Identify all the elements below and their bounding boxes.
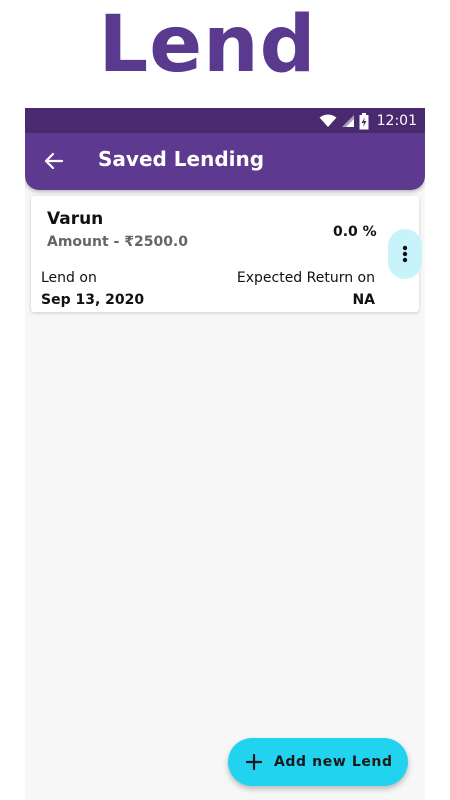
wifi-icon [319,114,337,127]
page-title: Saved Lending [98,147,265,171]
back-button[interactable] [41,148,67,174]
lend-on-label: Lend on [41,270,97,286]
plus-icon [246,754,262,770]
expected-return-label: Expected Return on [236,270,375,286]
add-new-lend-button[interactable]: Add new Lend [228,738,408,786]
app-bar: Saved Lending [25,133,425,190]
lend-amount: Amount - ₹2500.0 [47,234,188,250]
more-options-button[interactable] [388,229,422,279]
signal-icon [341,115,354,127]
interest-rate: 0.0 % [333,224,377,240]
expected-return-value: NA [352,292,375,308]
status-bar: 12:01 [25,108,425,133]
lending-card[interactable]: Varun Amount - ₹2500.0 0.0 % Lend on Sep… [31,196,422,312]
borrower-name: Varun [47,209,104,229]
status-time: 12:01 [376,113,417,129]
add-new-lend-label: Add new Lend [274,754,393,770]
battery-charging-icon [359,112,369,129]
promo-title: Lend [98,0,317,90]
lend-on-date: Sep 13, 2020 [41,292,145,308]
more-vert-icon [402,245,408,263]
phone-screen: 12:01 Saved Lending Varun Amount - ₹2500… [25,108,425,800]
arrow-back-icon [44,152,64,170]
